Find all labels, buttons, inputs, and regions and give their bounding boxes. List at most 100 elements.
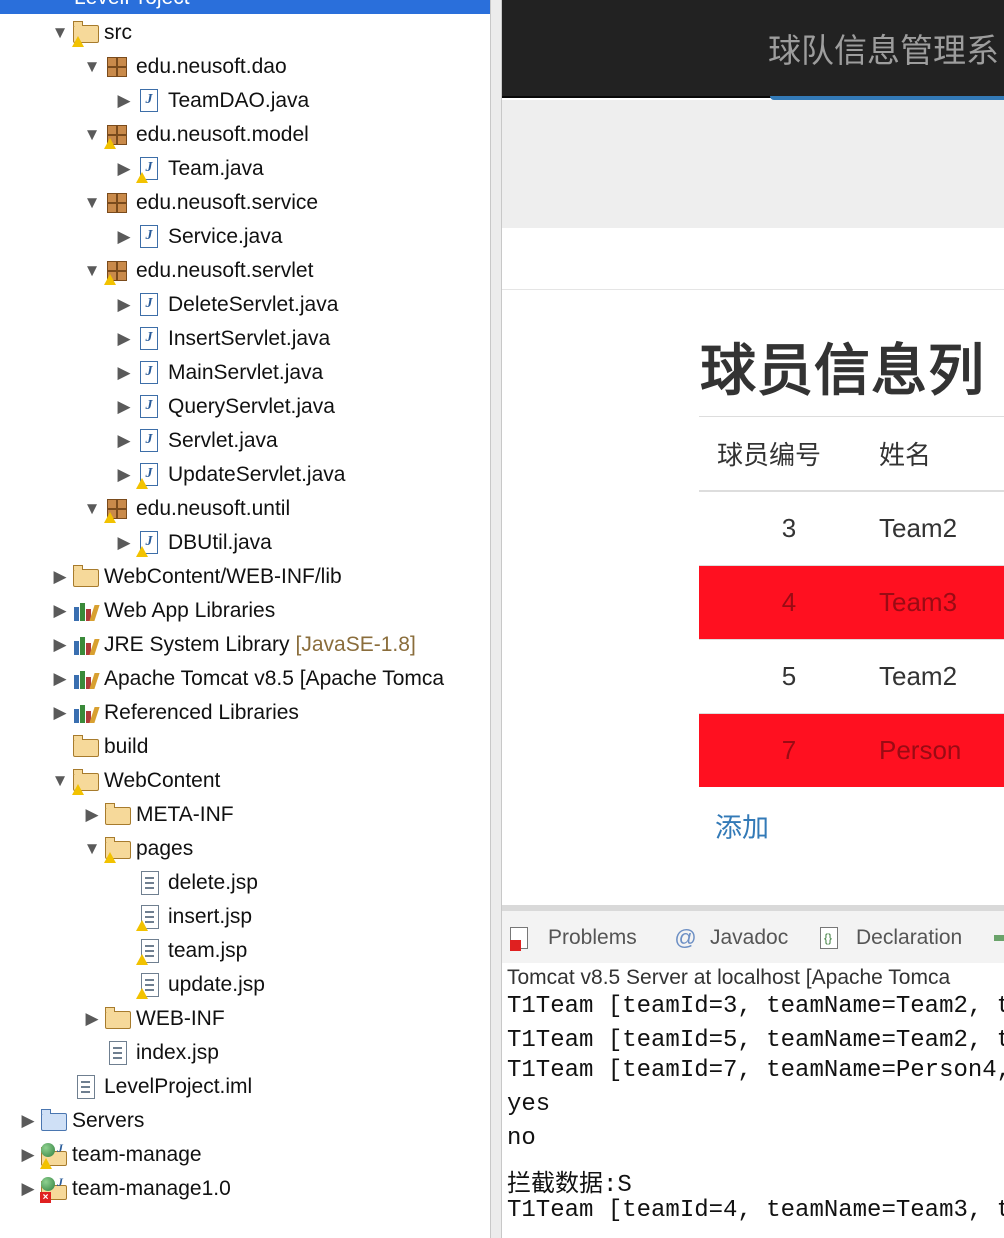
package-warn-icon xyxy=(104,121,132,149)
tree-item-label: team-manage1.0 xyxy=(72,1177,231,1200)
chevron-right-icon[interactable]: ▶ xyxy=(80,1007,104,1031)
add-link[interactable]: 添加 xyxy=(715,806,769,845)
chevron-right-icon[interactable]: ▶ xyxy=(112,361,136,385)
tree-item[interactable]: ▶ WebContent/WEB-INF/lib xyxy=(48,560,342,594)
tree-item[interactable]: ▶team.jsp xyxy=(112,934,247,968)
tree-item[interactable]: ▼ src xyxy=(48,16,132,50)
chevron-right-icon[interactable]: ▶ xyxy=(48,599,72,623)
tree-item[interactable]: ▶ J × team-manage1.0 xyxy=(16,1172,231,1206)
problems-icon xyxy=(508,925,534,951)
tree-item[interactable]: ▶delete.jsp xyxy=(112,866,258,900)
tree-item[interactable]: ▼ edu.neusoft.service xyxy=(80,186,319,220)
tree-item-label: DeleteServlet.java xyxy=(168,293,339,316)
chevron-down-icon[interactable]: ▼ xyxy=(80,837,104,861)
chevron-right-icon[interactable]: ▶ xyxy=(112,463,136,487)
tree-item[interactable]: ▶ J InsertServlet.java xyxy=(112,322,330,356)
tree-item[interactable]: ▶ J DBUtil.java xyxy=(112,526,272,560)
tree-item[interactable]: ▼ edu.neusoft.until xyxy=(80,492,290,526)
chevron-down-icon[interactable]: ▼ xyxy=(48,769,72,793)
tree-item[interactable]: ▼ edu.neusoft.model xyxy=(80,118,309,152)
tab-problems-label: Problems xyxy=(548,926,637,949)
chevron-right-icon[interactable]: ▶ xyxy=(48,667,72,691)
chevron-right-icon[interactable]: ▶ xyxy=(112,395,136,419)
jsp-file-warn-icon xyxy=(136,937,164,965)
chevron-right-icon[interactable]: ▶ xyxy=(112,327,136,351)
tab-javadoc[interactable]: @ Javadoc xyxy=(674,923,788,953)
tree-item[interactable]: ▶ J Servlet.java xyxy=(112,424,278,458)
tree-item[interactable]: ▼ WebContent xyxy=(48,764,220,798)
tab-problems[interactable]: Problems xyxy=(508,923,637,953)
folder-warn-icon xyxy=(72,767,100,795)
tree-item-label: src xyxy=(104,21,132,44)
chevron-right-icon[interactable]: ▶ xyxy=(112,157,136,181)
chevron-right-icon[interactable]: ▶ xyxy=(112,429,136,453)
column-header-id: 球员编号 xyxy=(699,416,879,492)
chevron-down-icon[interactable]: ▼ xyxy=(80,123,104,147)
tree-item[interactable]: ▶ META-INF xyxy=(80,798,234,832)
chevron-right-icon[interactable]: ▶ xyxy=(16,1109,40,1133)
tree-item[interactable]: ▶ J DeleteServlet.java xyxy=(112,288,338,322)
tree-item[interactable]: ▶ Jteam-manage xyxy=(16,1138,202,1172)
chevron-down-icon[interactable]: ▼ xyxy=(80,55,104,79)
chevron-down-icon[interactable]: ▼ xyxy=(80,259,104,283)
tree-item[interactable]: ▶ Referenced Libraries xyxy=(48,696,298,730)
chevron-right-icon[interactable]: ▶ xyxy=(48,633,72,657)
console-line: T1Team [teamId=3, teamName=Team2, t xyxy=(507,993,1004,1020)
tree-item-label: MainServlet.java xyxy=(168,361,324,384)
package-icon xyxy=(104,189,132,217)
tab-declaration[interactable]: Declaration xyxy=(816,923,962,953)
chevron-right-icon[interactable]: ▶ xyxy=(112,225,136,249)
tree-item[interactable]: ▶ WEB-INF xyxy=(80,1002,225,1036)
tab-javadoc-label: Javadoc xyxy=(710,926,789,949)
chevron-right-icon[interactable]: ▶ xyxy=(48,701,72,725)
tree-item-label: UpdateServlet.java xyxy=(168,463,346,486)
jsp-file-icon xyxy=(104,1039,132,1067)
tab-overflow[interactable] xyxy=(994,923,1004,953)
tree-item[interactable]: ▶ Servers xyxy=(16,1104,144,1138)
tree-item[interactable]: ▶ J QueryServlet.java xyxy=(112,390,335,424)
chevron-right-icon[interactable]: ▶ xyxy=(16,1143,40,1167)
tree-item[interactable]: ▶index.jsp xyxy=(80,1036,219,1070)
tree-item-label: edu.neusoft.service xyxy=(136,191,319,214)
tree-item[interactable]: ▶update.jsp xyxy=(112,968,265,1002)
tree-item[interactable]: ▶ J TeamDAO.java xyxy=(112,84,309,118)
tree-item-label: Service.java xyxy=(168,225,283,248)
view-splitter[interactable] xyxy=(490,0,502,1238)
player-id-cell: 4 xyxy=(699,565,879,640)
table-row: 4 Team3 xyxy=(699,565,1004,640)
tree-item-label: team.jsp xyxy=(168,939,248,962)
java-file-warn-icon: J xyxy=(136,461,164,489)
tree-item[interactable]: ▶ Web App Libraries xyxy=(48,594,275,628)
chevron-down-icon[interactable]: ▼ xyxy=(80,497,104,521)
tree-item[interactable]: ▼ pages xyxy=(80,832,193,866)
navbar-brand[interactable]: 球队信息管理系 xyxy=(768,24,999,72)
console-line: 拦截数据:S xyxy=(507,1172,632,1199)
chevron-right-icon[interactable]: ▶ xyxy=(16,1177,40,1201)
tree-item-label: InsertServlet.java xyxy=(168,327,331,350)
chevron-right-icon[interactable]: ▶ xyxy=(112,531,136,555)
tree-item[interactable]: ▶ J Service.java xyxy=(112,220,282,254)
tab-declaration-label: Declaration xyxy=(856,926,963,949)
chevron-right-icon[interactable]: ▶ xyxy=(80,803,104,827)
project-root-row[interactable]: LevelProject xyxy=(0,0,490,14)
chevron-down-icon[interactable]: ▼ xyxy=(80,191,104,215)
tree-item[interactable]: ▶ J UpdateServlet.java xyxy=(112,458,345,492)
tree-item[interactable]: ▼ edu.neusoft.dao xyxy=(80,50,287,84)
tree-item[interactable]: ▶insert.jsp xyxy=(112,900,252,934)
tree-item[interactable]: ▶ J Team.java xyxy=(112,152,264,186)
tree-item[interactable]: ▼ edu.neusoft.servlet xyxy=(80,254,313,288)
tree-item[interactable]: ▶ JRE System Library [JavaSE-1.8] xyxy=(48,628,415,662)
tree-item-label: team-manage xyxy=(72,1143,202,1166)
tree-item-label: DBUtil.java xyxy=(168,531,272,554)
tree-item[interactable]: ▶build xyxy=(48,730,148,764)
chevron-down-icon[interactable]: ▼ xyxy=(48,21,72,45)
tree-item[interactable]: ▶ J MainServlet.java xyxy=(112,356,323,390)
chevron-right-icon[interactable]: ▶ xyxy=(112,293,136,317)
table-header-row: 球员编号 姓名 xyxy=(699,416,1004,492)
table-row: 3 Team2 xyxy=(699,490,1004,566)
chevron-right-icon[interactable]: ▶ xyxy=(48,565,72,589)
chevron-right-icon[interactable]: ▶ xyxy=(112,89,136,113)
player-id-cell: 3 xyxy=(699,490,879,566)
tree-item[interactable]: ▶LevelProject.iml xyxy=(48,1070,252,1104)
tree-item[interactable]: ▶ Apache Tomcat v8.5 [Apache Tomca xyxy=(48,662,444,696)
